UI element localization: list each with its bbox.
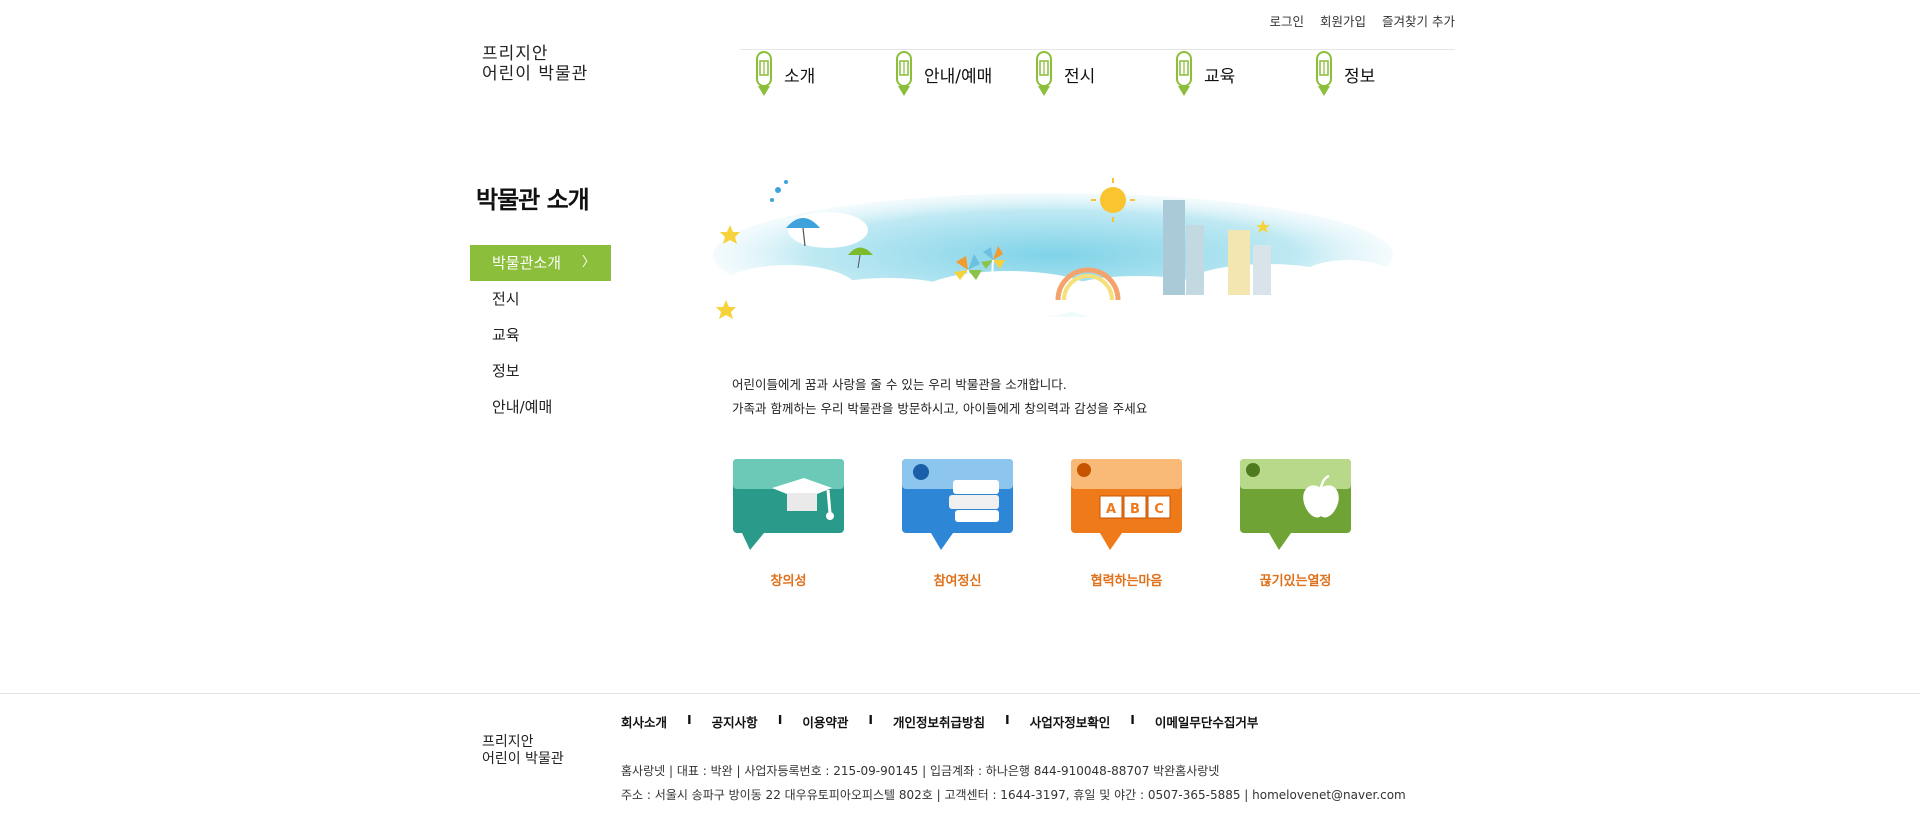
- footer-info-line-2: 주소 : 서울시 송파구 방이동 22 대우유토피아오피스텔 802호 | 고객…: [621, 788, 1406, 802]
- bookmark-link[interactable]: 즐겨찾기 추가: [1382, 11, 1455, 30]
- card-creativity[interactable]: 창의성: [732, 458, 845, 589]
- abc-blocks-icon: A B C: [1071, 459, 1182, 550]
- footer-separator: I: [868, 712, 874, 727]
- side-item-education[interactable]: 교육: [470, 317, 611, 353]
- section-title: 박물관 소개: [476, 186, 590, 214]
- footer-info-line-1: 홈사랑넷 | 대표 : 박완 | 사업자등록번호 : 215-09-90145 …: [621, 764, 1220, 778]
- nav-item-guide[interactable]: 안내/예매: [894, 50, 1034, 98]
- side-item-label: 전시: [492, 290, 520, 308]
- nav-label: 교육: [1204, 66, 1236, 87]
- side-item-guide[interactable]: 안내/예매: [470, 389, 611, 425]
- side-item-label: 박물관소개: [492, 254, 562, 272]
- site-logo[interactable]: 프리지안 어린이 박물관: [482, 44, 588, 84]
- side-item-info[interactable]: 정보: [470, 353, 611, 389]
- main-nav: 소개 안내/예매 전시 교육 정보: [754, 50, 1454, 98]
- footer-company-info: 홈사랑넷 | 대표 : 박완 | 사업자등록번호 : 215-09-90145 …: [621, 759, 1406, 807]
- side-item-exhibit[interactable]: 전시: [470, 281, 611, 317]
- footer-separator: I: [687, 712, 692, 727]
- pencil-icon: [1036, 51, 1052, 96]
- card-cooperation[interactable]: A B C 협력하는마음: [1070, 458, 1183, 589]
- graduation-cap-icon: [733, 459, 844, 550]
- card-caption: 끊기있는열정: [1259, 574, 1332, 589]
- svg-text:C: C: [1154, 502, 1164, 517]
- logo-line-2: 어린이 박물관: [482, 64, 589, 84]
- nav-label: 전시: [1064, 66, 1096, 87]
- nav-item-education[interactable]: 교육: [1174, 50, 1314, 98]
- card-passion[interactable]: 끊기있는열정: [1239, 458, 1352, 589]
- nav-label: 정보: [1344, 66, 1376, 87]
- nav-item-info[interactable]: 정보: [1314, 50, 1454, 98]
- pencil-icon: [1176, 51, 1192, 96]
- intro-line-2: 가족과 함께하는 우리 박물관을 방문하시고, 아이들에게 창의력과 감성을 주…: [732, 401, 1148, 416]
- side-item-label: 안내/예매: [492, 398, 553, 416]
- footer-separator: I: [1005, 712, 1010, 727]
- apple-icon: [1240, 459, 1351, 550]
- chevron-right-icon: 〉: [581, 255, 595, 270]
- nav-label: 소개: [784, 66, 816, 87]
- footer-link-terms[interactable]: 이용약관: [802, 712, 848, 731]
- footer-link-privacy[interactable]: 개인정보취급방침: [893, 712, 985, 731]
- intro-line-1: 어린이들에게 꿈과 사랑을 줄 수 있는 우리 박물관을 소개합니다.: [732, 377, 1067, 392]
- card-caption: 협력하는마음: [1090, 574, 1163, 589]
- card-participation[interactable]: 참여정신: [901, 458, 1014, 589]
- footer-logo-line-1: 프리지안: [482, 734, 534, 750]
- footer-logo-line-2: 어린이 박물관: [482, 751, 564, 767]
- side-item-label: 정보: [492, 362, 520, 380]
- footer-separator: I: [1130, 712, 1135, 727]
- footer-link-business-info[interactable]: 사업자정보확인: [1030, 712, 1111, 731]
- pencil-icon: [896, 51, 912, 96]
- nav-item-exhibit[interactable]: 전시: [1034, 50, 1174, 98]
- utility-links: 로그인 회원가입 즐겨찾기 추가: [1269, 11, 1455, 30]
- login-link[interactable]: 로그인: [1269, 11, 1304, 30]
- logo-line-1: 프리지안: [482, 44, 549, 64]
- footer-separator: I: [777, 712, 783, 727]
- sky-illustration-banner: [713, 178, 1398, 322]
- svg-text:A: A: [1106, 502, 1116, 517]
- card-caption: 창의성: [770, 574, 807, 589]
- svg-text:B: B: [1130, 502, 1140, 517]
- side-nav: 박물관소개 〉 전시 교육 정보 안내/예매: [470, 245, 611, 425]
- footer-link-email-policy[interactable]: 이메일무단수집거부: [1155, 712, 1259, 731]
- site-footer: 프리지안 어린이 박물관 회사소개 I 공지사항 I 이용약관 I 개인정보취급…: [0, 693, 1920, 815]
- join-link[interactable]: 회원가입: [1320, 11, 1366, 30]
- pencil-icon: [1316, 51, 1332, 96]
- nav-item-intro[interactable]: 소개: [754, 50, 894, 98]
- footer-link-company[interactable]: 회사소개: [621, 712, 667, 731]
- footer-link-notice[interactable]: 공지사항: [712, 712, 758, 731]
- side-item-label: 교육: [492, 326, 520, 344]
- side-item-museum-intro[interactable]: 박물관소개 〉: [470, 245, 611, 281]
- card-caption: 참여정신: [933, 574, 982, 589]
- footer-menu: 회사소개 I 공지사항 I 이용약관 I 개인정보취급방침 I 사업자정보확인 …: [621, 712, 1258, 731]
- intro-text: 어린이들에게 꿈과 사랑을 줄 수 있는 우리 박물관을 소개합니다. 가족과 …: [732, 373, 1147, 421]
- footer-logo[interactable]: 프리지안 어린이 박물관: [482, 734, 564, 768]
- books-icon: [902, 459, 1013, 550]
- nav-label: 안내/예매: [924, 66, 993, 87]
- pencil-icon: [756, 51, 772, 96]
- value-cards: 창의성 참여정신 A B C 협력하는마음 끊기있는열정: [732, 458, 1352, 589]
